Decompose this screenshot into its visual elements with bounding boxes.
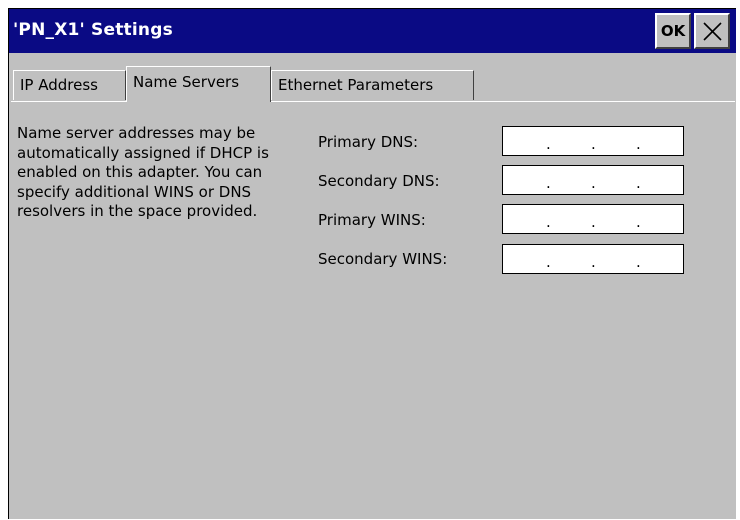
secondary-dns-input[interactable]: . . . (502, 165, 684, 195)
secondary-wins-input[interactable]: . . . (502, 244, 684, 274)
tab-label: Name Servers (133, 73, 240, 91)
close-button[interactable] (694, 13, 730, 49)
ok-button[interactable]: OK (655, 13, 691, 49)
ip-separator: . (546, 253, 551, 271)
ip-separator: . (546, 174, 551, 192)
ip-separator: . (546, 213, 551, 231)
primary-wins-label: Primary WINS: (318, 211, 426, 229)
primary-wins-input[interactable]: . . . (502, 204, 684, 234)
ip-separator: . (591, 213, 596, 231)
tab-ethernet-parameters[interactable]: Ethernet Parameters (271, 70, 474, 100)
tab-label: Ethernet Parameters (278, 76, 434, 94)
primary-dns-label: Primary DNS: (318, 133, 419, 151)
window-title: 'PN_X1' Settings (13, 20, 173, 40)
description-text: Name server addresses may be automatical… (17, 124, 269, 220)
title-bar: 'PN_X1' Settings OK (9, 9, 736, 53)
ip-separator: . (591, 174, 596, 192)
ip-separator: . (591, 135, 596, 153)
ip-separator: . (636, 174, 641, 192)
secondary-wins-label: Secondary WINS: (318, 250, 448, 268)
ip-separator: . (636, 253, 641, 271)
tab-name-servers[interactable]: Name Servers (126, 66, 271, 102)
ip-separator: . (636, 213, 641, 231)
primary-dns-input[interactable]: . . . (502, 126, 684, 156)
close-icon (703, 22, 722, 41)
secondary-dns-label: Secondary DNS: (318, 172, 440, 190)
tab-ip-address[interactable]: IP Address (13, 70, 126, 100)
ok-button-label: OK (660, 22, 686, 40)
ip-separator: . (591, 253, 596, 271)
ip-separator: . (636, 135, 641, 153)
ip-separator: . (546, 135, 551, 153)
tab-label: IP Address (20, 76, 98, 94)
